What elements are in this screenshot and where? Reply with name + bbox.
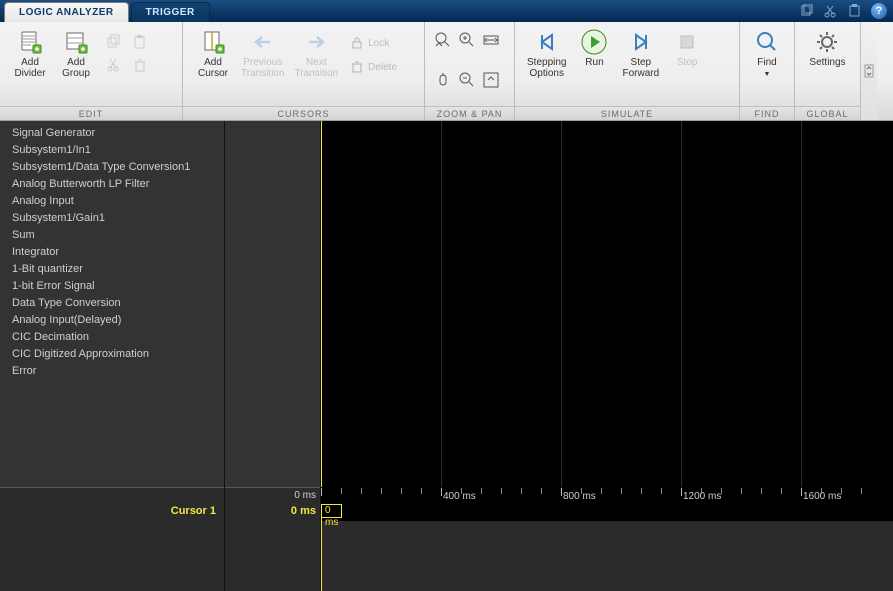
ribbon-label-zoom-pan: ZOOM & PAN bbox=[425, 106, 514, 120]
stop-icon bbox=[673, 28, 701, 56]
play-icon bbox=[580, 28, 608, 56]
delete-cursor-button: Delete bbox=[350, 60, 397, 74]
time-column: 0 ms 0 ms bbox=[225, 121, 321, 591]
ribbon: Add Divider Add Group EDIT bbox=[0, 22, 893, 121]
help-icon[interactable]: ? bbox=[871, 3, 887, 19]
ribbon-label-edit: EDIT bbox=[0, 106, 182, 120]
add-group-button[interactable]: Add Group bbox=[54, 26, 98, 81]
cursor-plus-icon bbox=[199, 28, 227, 56]
tab-logic-analyzer[interactable]: LOGIC ANALYZER bbox=[4, 2, 129, 22]
signal-row[interactable]: Subsystem1/In1 bbox=[0, 142, 224, 159]
step-back-icon bbox=[533, 28, 561, 56]
tab-bar: LOGIC ANALYZER TRIGGER ? bbox=[0, 0, 893, 22]
lock-button: Lock bbox=[350, 36, 397, 50]
zoom-out-icon[interactable] bbox=[457, 70, 477, 90]
step-forward-button[interactable]: Step Forward bbox=[618, 26, 663, 81]
tick-label: 400 ms bbox=[443, 491, 476, 502]
next-transition-button: Next Transition bbox=[291, 26, 343, 81]
add-divider-button[interactable]: Add Divider bbox=[8, 26, 52, 81]
cursor-flag[interactable]: 0 ms bbox=[321, 504, 342, 518]
gear-icon bbox=[813, 28, 841, 56]
signal-row[interactable]: Sum bbox=[0, 227, 224, 244]
ribbon-scroll-button[interactable] bbox=[861, 22, 877, 120]
ribbon-group-find: Find▼ FIND bbox=[740, 22, 795, 120]
tab-trigger[interactable]: TRIGGER bbox=[131, 2, 210, 22]
trash-icon bbox=[350, 60, 364, 74]
signal-row[interactable]: Subsystem1/Data Type Conversion1 bbox=[0, 159, 224, 176]
signal-row[interactable]: Error bbox=[0, 363, 224, 380]
small-delete-icon bbox=[130, 55, 150, 75]
stop-button: Stop bbox=[665, 26, 709, 70]
signal-row[interactable]: Signal Generator bbox=[0, 125, 224, 142]
add-cursor-button[interactable]: Add Cursor bbox=[191, 26, 235, 81]
ribbon-label-cursors: CURSORS bbox=[183, 106, 424, 120]
lock-icon bbox=[350, 36, 364, 50]
paste-icon[interactable] bbox=[847, 3, 863, 19]
small-paste-icon bbox=[130, 32, 150, 52]
previous-transition-button: Previous Transition bbox=[237, 26, 289, 81]
zoom-in-time-icon[interactable] bbox=[433, 30, 453, 50]
small-cut-icon bbox=[104, 55, 124, 75]
ruler-zero-label: 0 ms bbox=[294, 490, 316, 501]
signal-row[interactable]: Analog Butterworth LP Filter bbox=[0, 176, 224, 193]
small-copy-icon bbox=[104, 32, 124, 52]
ribbon-label-simulate: SIMULATE bbox=[515, 106, 739, 120]
arrow-left-icon bbox=[249, 28, 277, 56]
signal-row[interactable]: Analog Input bbox=[0, 193, 224, 210]
signal-row[interactable]: 1-Bit quantizer bbox=[0, 261, 224, 278]
signal-list: Signal GeneratorSubsystem1/In1Subsystem1… bbox=[0, 121, 224, 487]
signal-row[interactable]: 1-bit Error Signal bbox=[0, 278, 224, 295]
document-plus-icon bbox=[16, 28, 44, 56]
ribbon-group-cursors: Add Cursor Previous Transition Next Tran… bbox=[183, 22, 425, 120]
ribbon-label-find: FIND bbox=[740, 106, 794, 120]
pan-icon[interactable] bbox=[433, 70, 453, 90]
signal-row[interactable]: Integrator bbox=[0, 244, 224, 261]
copy-icon[interactable] bbox=[799, 3, 815, 19]
tick-label: 800 ms bbox=[563, 491, 596, 502]
cursor-value-left: 0 ms bbox=[291, 505, 316, 517]
signal-row[interactable]: Subsystem1/Gain1 bbox=[0, 210, 224, 227]
ribbon-group-global: Settings GLOBAL bbox=[795, 22, 861, 120]
run-button[interactable]: Run bbox=[572, 26, 616, 70]
cursor-line-lower bbox=[321, 521, 322, 591]
stepping-options-button[interactable]: Stepping Options bbox=[523, 26, 570, 81]
zoom-in-icon[interactable] bbox=[457, 30, 477, 50]
ribbon-group-zoom-pan: ZOOM & PAN bbox=[425, 22, 515, 120]
cursor-line[interactable] bbox=[321, 121, 322, 487]
arrow-right-icon bbox=[302, 28, 330, 56]
signal-row[interactable]: Analog Input(Delayed) bbox=[0, 312, 224, 329]
settings-button[interactable]: Settings bbox=[805, 26, 849, 70]
step-forward-icon bbox=[627, 28, 655, 56]
cut-icon[interactable] bbox=[823, 3, 839, 19]
tick-label: 1200 ms bbox=[683, 491, 721, 502]
ribbon-group-edit: Add Divider Add Group EDIT bbox=[0, 22, 183, 120]
fit-to-view-icon[interactable] bbox=[481, 30, 501, 50]
signal-row[interactable]: CIC Digitized Approximation bbox=[0, 346, 224, 363]
workspace: Signal GeneratorSubsystem1/In1Subsystem1… bbox=[0, 121, 893, 591]
tick-label: 1600 ms bbox=[803, 491, 841, 502]
ribbon-group-simulate: Stepping Options Run Step Forward Stop bbox=[515, 22, 740, 120]
search-icon bbox=[753, 28, 781, 56]
waveform-area[interactable]: 400 ms 800 ms 1200 ms 1600 ms 0 ms bbox=[321, 121, 893, 591]
find-button[interactable]: Find▼ bbox=[745, 26, 789, 82]
signal-panel: Signal GeneratorSubsystem1/In1Subsystem1… bbox=[0, 121, 225, 591]
signal-row[interactable]: Data Type Conversion bbox=[0, 295, 224, 312]
group-plus-icon bbox=[62, 28, 90, 56]
signal-row[interactable]: CIC Decimation bbox=[0, 329, 224, 346]
ribbon-label-global: GLOBAL bbox=[795, 106, 860, 120]
fit-to-window-icon[interactable] bbox=[481, 70, 501, 90]
cursor-name[interactable]: Cursor 1 bbox=[171, 505, 216, 517]
